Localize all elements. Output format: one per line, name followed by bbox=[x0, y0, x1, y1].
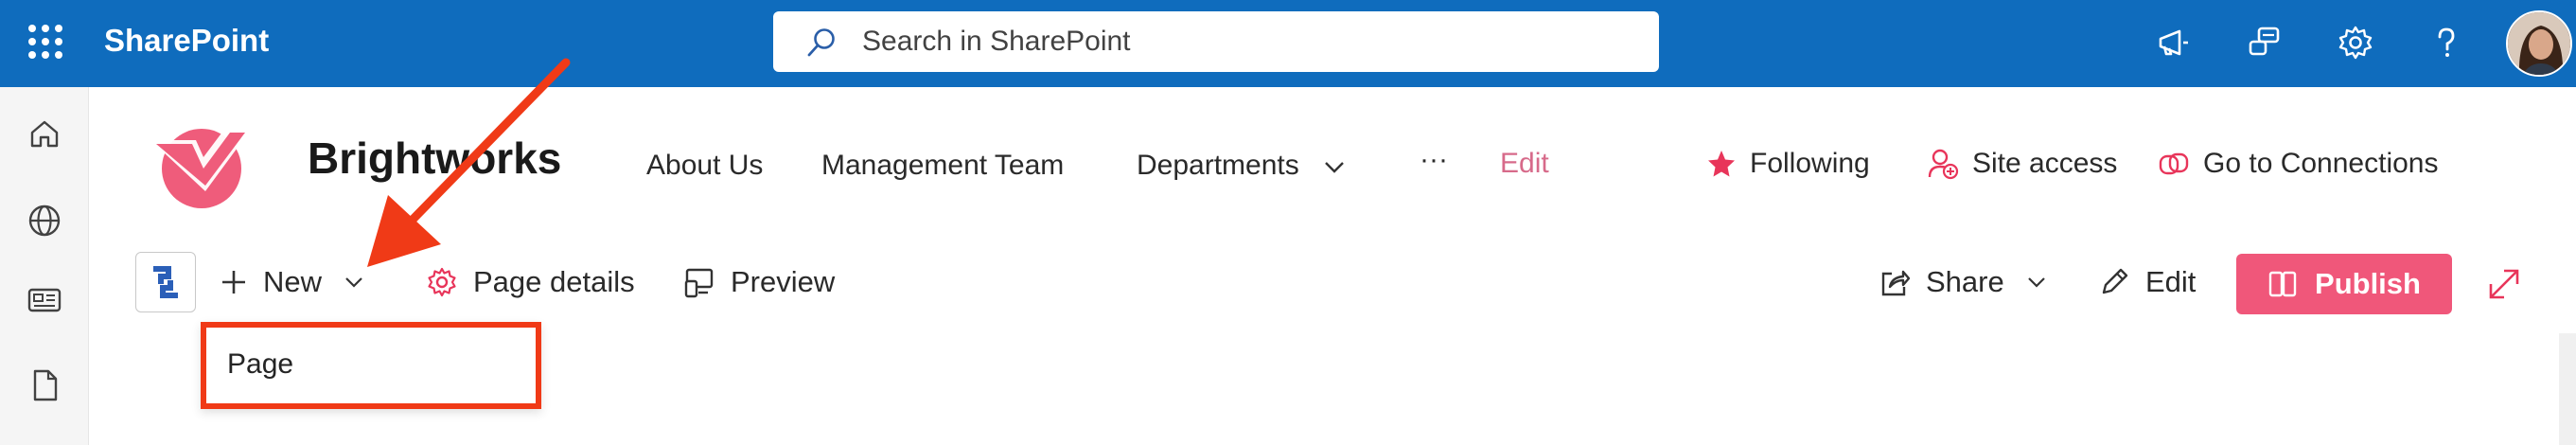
app-launcher-icon[interactable] bbox=[25, 21, 62, 59]
new-label: New bbox=[263, 265, 323, 298]
expand-icon[interactable] bbox=[2483, 263, 2525, 310]
brand-app-icon[interactable] bbox=[135, 252, 196, 312]
pencil-icon bbox=[2102, 268, 2128, 294]
search-input[interactable] bbox=[862, 23, 1619, 61]
help-icon[interactable] bbox=[2423, 19, 2470, 66]
megaphone-icon[interactable] bbox=[2150, 19, 2197, 66]
settings-icon[interactable] bbox=[2332, 19, 2379, 66]
chevron-down-icon bbox=[2027, 277, 2045, 288]
person-add-icon bbox=[1928, 149, 1959, 180]
nav-management-team[interactable]: Management Team bbox=[821, 150, 1064, 182]
search-icon bbox=[807, 28, 835, 57]
plus-icon bbox=[222, 271, 245, 294]
avatar[interactable] bbox=[2506, 10, 2572, 77]
share-label: Share bbox=[1926, 265, 2004, 298]
scrollbar[interactable] bbox=[2559, 333, 2576, 445]
news-icon[interactable] bbox=[21, 276, 68, 324]
home-icon[interactable] bbox=[21, 110, 68, 157]
preview-label: Preview bbox=[731, 265, 836, 298]
nav-more[interactable]: ··· bbox=[1420, 144, 1448, 176]
site-access-label: Site access bbox=[1972, 148, 2118, 179]
feedback-icon[interactable] bbox=[2241, 19, 2288, 66]
preview-button[interactable]: Preview bbox=[683, 260, 835, 304]
edit-button[interactable]: Edit bbox=[2098, 260, 2196, 304]
globe-icon[interactable] bbox=[21, 197, 68, 244]
go-to-connections-label: Go to Connections bbox=[2203, 148, 2439, 179]
connections-icon bbox=[2159, 152, 2189, 175]
preview-devices-icon bbox=[684, 268, 714, 298]
new-menu-dropdown: Page bbox=[201, 322, 541, 409]
chevron-down-icon bbox=[1325, 162, 1344, 173]
share-icon bbox=[1881, 270, 1911, 296]
search-box[interactable] bbox=[773, 11, 1659, 72]
nav-departments-label: Departments bbox=[1137, 150, 1299, 181]
callout-arrow bbox=[367, 58, 571, 267]
following-label: Following bbox=[1750, 148, 1870, 179]
publish-button[interactable]: Publish bbox=[2236, 254, 2452, 314]
edit-label: Edit bbox=[2145, 265, 2197, 298]
nav-edit-link[interactable]: Edit bbox=[1500, 148, 1549, 180]
nav-about-us[interactable]: About Us bbox=[646, 150, 763, 182]
file-icon[interactable] bbox=[21, 362, 68, 409]
star-icon bbox=[1708, 151, 1735, 177]
go-to-connections-button[interactable]: Go to Connections bbox=[2158, 142, 2438, 186]
nav-departments[interactable]: Departments bbox=[1137, 150, 1345, 182]
book-open-icon bbox=[2268, 271, 2297, 297]
site-logo[interactable] bbox=[147, 114, 260, 213]
following-button[interactable]: Following bbox=[1706, 142, 1870, 186]
new-menu-item-page[interactable]: Page bbox=[227, 348, 293, 381]
publish-label: Publish bbox=[2315, 267, 2421, 300]
share-button[interactable]: Share bbox=[1879, 260, 2061, 304]
app-name[interactable]: SharePoint bbox=[104, 23, 269, 59]
chevron-down-icon bbox=[345, 277, 362, 288]
left-rail bbox=[0, 87, 89, 445]
site-access-button[interactable]: Site access bbox=[1927, 142, 2117, 186]
